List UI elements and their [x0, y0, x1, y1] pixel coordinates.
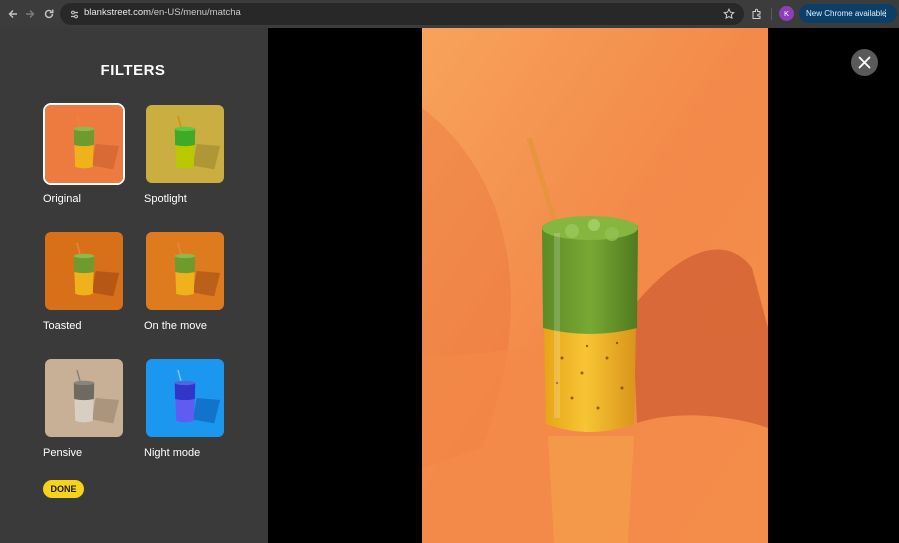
- address-bar[interactable]: blankstreet.com/en-US/menu/matcha: [60, 3, 744, 25]
- filters-title: FILTERS: [100, 62, 166, 79]
- filter-thumbnail[interactable]: [144, 357, 226, 439]
- matcha-drink-photo: [422, 28, 768, 543]
- filter-thumbnail[interactable]: [144, 103, 226, 185]
- close-icon: [858, 56, 871, 69]
- filters-panel: FILTERS Original Spotlight Toasted On th…: [0, 28, 268, 543]
- filter-label: Pensive: [43, 447, 83, 459]
- filter-option-on-the-move[interactable]: On the move: [144, 230, 226, 332]
- filter-option-toasted[interactable]: Toasted: [43, 230, 125, 332]
- filter-label: On the move: [144, 320, 207, 332]
- close-viewer-button[interactable]: [851, 49, 878, 76]
- filter-option-pensive[interactable]: Pensive: [43, 357, 125, 459]
- kebab-menu-icon[interactable]: ⋮: [881, 7, 890, 19]
- image-viewer: [268, 28, 899, 543]
- new-chrome-available-button[interactable]: New Chrome available ⋮: [799, 4, 897, 23]
- profile-avatar[interactable]: K: [779, 6, 794, 21]
- filter-thumbnail[interactable]: [43, 230, 125, 312]
- filter-option-original[interactable]: Original: [43, 103, 125, 205]
- star-icon[interactable]: [719, 4, 739, 24]
- filter-label: Toasted: [43, 320, 82, 332]
- browser-toolbar: blankstreet.com/en-US/menu/matcha K New …: [0, 0, 899, 28]
- forward-arrow-icon[interactable]: [20, 4, 40, 24]
- url-text: blankstreet.com/en-US/menu/matcha: [84, 7, 241, 18]
- toolbar-divider: [771, 8, 772, 20]
- filter-thumbnail[interactable]: [144, 230, 226, 312]
- filter-label: Night mode: [144, 447, 201, 459]
- url-path: /en-US/menu/matcha: [151, 7, 241, 18]
- filter-label: Spotlight: [144, 193, 187, 205]
- filter-thumbnail[interactable]: [43, 103, 125, 185]
- new-chrome-label: New Chrome available: [806, 9, 887, 18]
- site-settings-icon[interactable]: [66, 6, 82, 22]
- filter-option-spotlight[interactable]: Spotlight: [144, 103, 226, 205]
- reload-icon[interactable]: [39, 4, 59, 24]
- filter-thumbnail[interactable]: [43, 357, 125, 439]
- extensions-icon[interactable]: [747, 4, 767, 24]
- filter-option-night-mode[interactable]: Night mode: [144, 357, 226, 459]
- filter-label: Original: [43, 193, 81, 205]
- url-host: blankstreet.com: [84, 7, 152, 18]
- done-button[interactable]: DONE: [43, 480, 84, 498]
